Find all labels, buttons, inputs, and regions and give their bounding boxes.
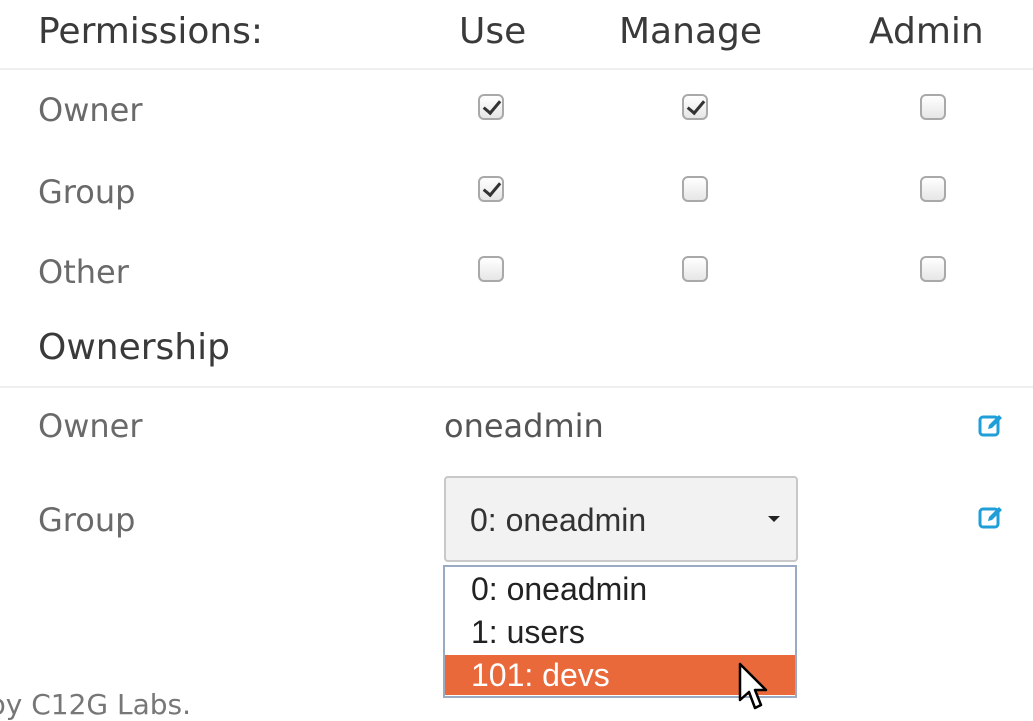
mouse-pointer-icon — [738, 662, 768, 710]
group-use-checkbox[interactable] — [478, 176, 504, 202]
permission-row-label: Owner — [38, 91, 143, 129]
permissions-header: Permissions: Use Manage Admin — [0, 0, 1033, 70]
owner-value: oneadmin — [444, 407, 604, 445]
other-admin-checkbox[interactable] — [920, 256, 946, 282]
permission-row-group: Group — [0, 162, 1033, 222]
permission-row-owner: Owner — [0, 80, 1033, 140]
column-header-manage: Manage — [619, 11, 762, 52]
group-option-users[interactable]: 1: users — [445, 612, 795, 652]
column-header-use: Use — [459, 11, 527, 52]
group-option-oneadmin[interactable]: 0: oneadmin — [445, 569, 795, 609]
owner-label: Owner — [38, 407, 143, 445]
footer-credit: by C12G Labs. — [0, 688, 192, 721]
group-select-value: 0: oneadmin — [470, 502, 647, 538]
ownership-title: Ownership — [38, 327, 230, 368]
group-manage-checkbox[interactable] — [682, 176, 708, 202]
column-header-admin: Admin — [869, 11, 984, 52]
group-select[interactable]: 0: oneadmin — [444, 476, 798, 562]
chevron-down-icon — [768, 516, 780, 522]
ownership-header: Ownership — [0, 318, 1033, 388]
edit-icon[interactable] — [978, 504, 1004, 530]
owner-use-checkbox[interactable] — [478, 94, 504, 120]
other-use-checkbox[interactable] — [478, 256, 504, 282]
owner-manage-checkbox[interactable] — [682, 94, 708, 120]
ownership-row-owner: Owner oneadmin — [0, 396, 1033, 466]
group-label: Group — [38, 501, 136, 539]
edit-icon[interactable] — [978, 412, 1004, 438]
owner-admin-checkbox[interactable] — [920, 94, 946, 120]
other-manage-checkbox[interactable] — [682, 256, 708, 282]
group-admin-checkbox[interactable] — [920, 176, 946, 202]
permission-row-label: Other — [38, 253, 129, 291]
permissions-title: Permissions: — [38, 11, 264, 52]
permission-row-other: Other — [0, 242, 1033, 302]
permission-row-label: Group — [38, 173, 136, 211]
